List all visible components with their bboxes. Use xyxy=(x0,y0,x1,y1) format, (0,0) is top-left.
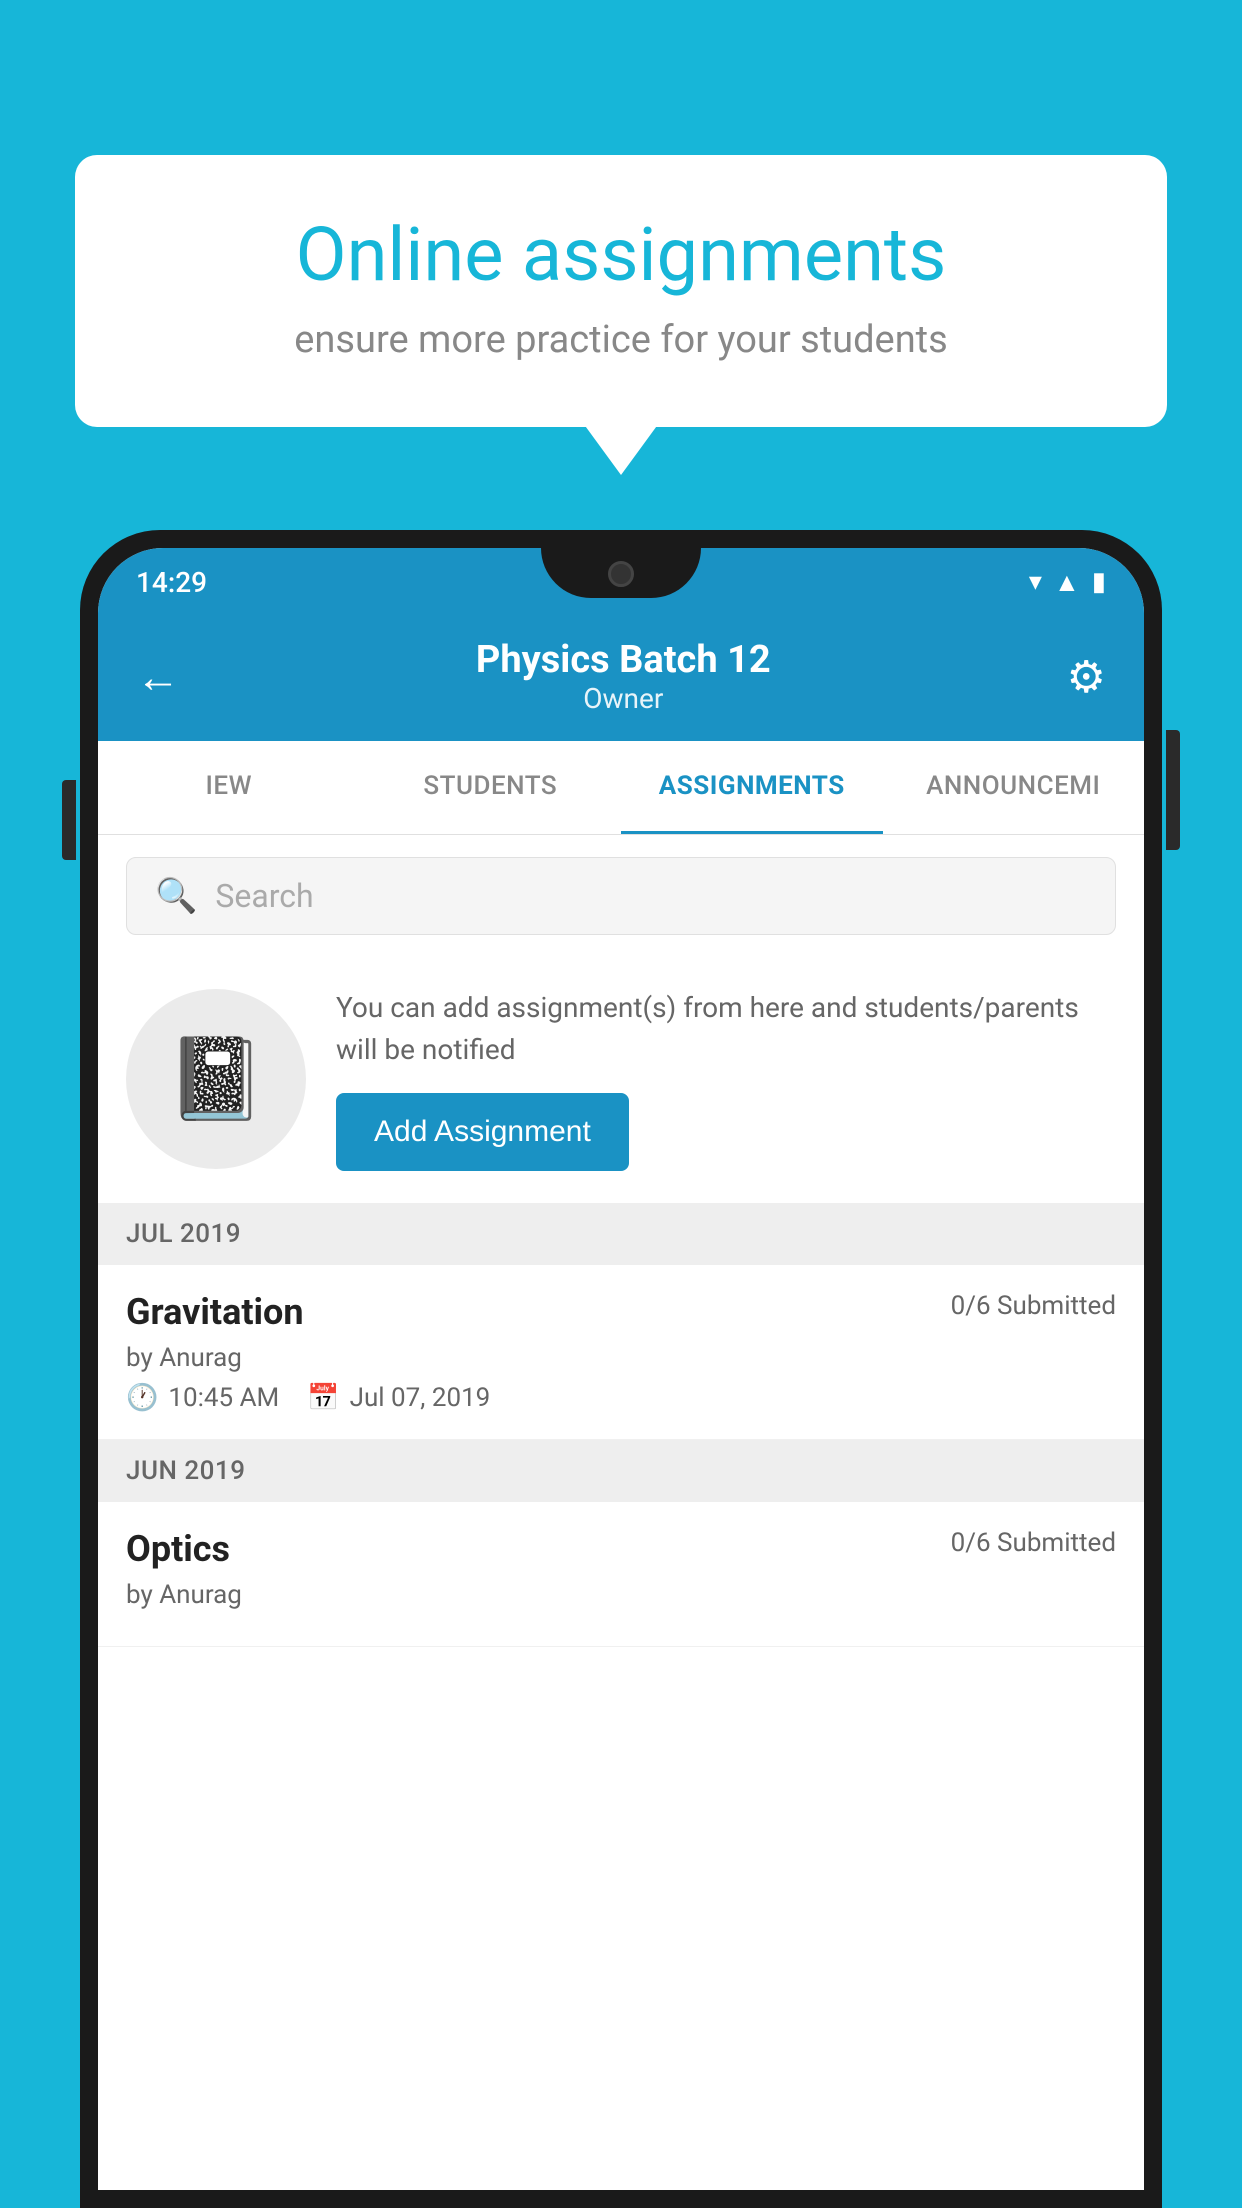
optics-name: Optics xyxy=(126,1528,230,1570)
back-button[interactable]: ← xyxy=(136,651,180,703)
calendar-icon: 📅 xyxy=(307,1383,339,1413)
add-assignment-button[interactable]: Add Assignment xyxy=(336,1093,629,1171)
gravitation-submitted: 0/6 Submitted xyxy=(951,1291,1116,1321)
app-header: ← Physics Batch 12 Owner ⚙ xyxy=(98,616,1144,741)
search-icon: 🔍 xyxy=(155,876,197,916)
notebook-icon: 📓 xyxy=(166,1032,266,1126)
assignment-gravitation[interactable]: Gravitation 0/6 Submitted by Anurag 🕐 10… xyxy=(98,1265,1144,1440)
volume-button xyxy=(62,780,76,860)
phone-screen: 14:29 ▾ ▲ ▮ ← Physics Batch 12 Owner ⚙ I… xyxy=(98,548,1144,2190)
settings-button[interactable]: ⚙ xyxy=(1067,651,1106,703)
gravitation-date: 📅 Jul 07, 2019 xyxy=(307,1383,490,1413)
search-bar[interactable]: 🔍 Search xyxy=(126,857,1116,935)
assignment-header: Gravitation 0/6 Submitted xyxy=(126,1291,1116,1333)
status-bar: 14:29 ▾ ▲ ▮ xyxy=(98,548,1144,616)
status-time: 14:29 xyxy=(136,566,207,599)
add-assignment-section: 📓 You can add assignment(s) from here an… xyxy=(98,957,1144,1201)
assignment-optics[interactable]: Optics 0/6 Submitted by Anurag xyxy=(98,1502,1144,1647)
speech-bubble-title: Online assignments xyxy=(145,215,1097,296)
batch-subtitle: Owner xyxy=(476,682,771,715)
optics-submitted: 0/6 Submitted xyxy=(951,1528,1116,1558)
status-icons: ▾ ▲ ▮ xyxy=(1029,567,1106,598)
signal-icon: ▲ xyxy=(1054,567,1080,598)
notch xyxy=(541,548,701,598)
battery-icon: ▮ xyxy=(1092,567,1106,597)
tab-announcements[interactable]: ANNOUNCEMI xyxy=(883,741,1145,834)
batch-title: Physics Batch 12 xyxy=(476,638,771,682)
speech-bubble: Online assignments ensure more practice … xyxy=(75,155,1167,427)
gravitation-time-value: 10:45 AM xyxy=(168,1383,279,1413)
section-jun-2019: JUN 2019 xyxy=(98,1440,1144,1502)
tab-assignments[interactable]: ASSIGNMENTS xyxy=(621,741,883,834)
section-jul-2019: JUL 2019 xyxy=(98,1203,1144,1265)
tab-students[interactable]: STUDENTS xyxy=(360,741,622,834)
optics-header: Optics 0/6 Submitted xyxy=(126,1528,1116,1570)
clock-icon: 🕐 xyxy=(126,1383,158,1413)
gravitation-date-value: Jul 07, 2019 xyxy=(350,1383,491,1413)
gravitation-time: 🕐 10:45 AM xyxy=(126,1383,279,1413)
power-button xyxy=(1166,730,1180,850)
assignment-gravitation-name: Gravitation xyxy=(126,1291,304,1333)
speech-bubble-subtitle: ensure more practice for your students xyxy=(145,318,1097,362)
search-placeholder: Search xyxy=(215,877,313,915)
gravitation-by: by Anurag xyxy=(126,1343,1116,1373)
wifi-icon: ▾ xyxy=(1029,567,1042,597)
header-center: Physics Batch 12 Owner xyxy=(476,638,771,715)
search-container: 🔍 Search xyxy=(98,835,1144,957)
assignment-icon-circle: 📓 xyxy=(126,989,306,1169)
camera xyxy=(608,561,634,587)
tab-iew[interactable]: IEW xyxy=(98,741,360,834)
tab-bar: IEW STUDENTS ASSIGNMENTS ANNOUNCEMI xyxy=(98,741,1144,835)
gravitation-time-row: 🕐 10:45 AM 📅 Jul 07, 2019 xyxy=(126,1383,1116,1413)
phone-frame: 14:29 ▾ ▲ ▮ ← Physics Batch 12 Owner ⚙ I… xyxy=(80,530,1162,2208)
assignment-right: You can add assignment(s) from here and … xyxy=(336,987,1116,1171)
assignment-description: You can add assignment(s) from here and … xyxy=(336,987,1116,1071)
optics-by: by Anurag xyxy=(126,1580,1116,1610)
